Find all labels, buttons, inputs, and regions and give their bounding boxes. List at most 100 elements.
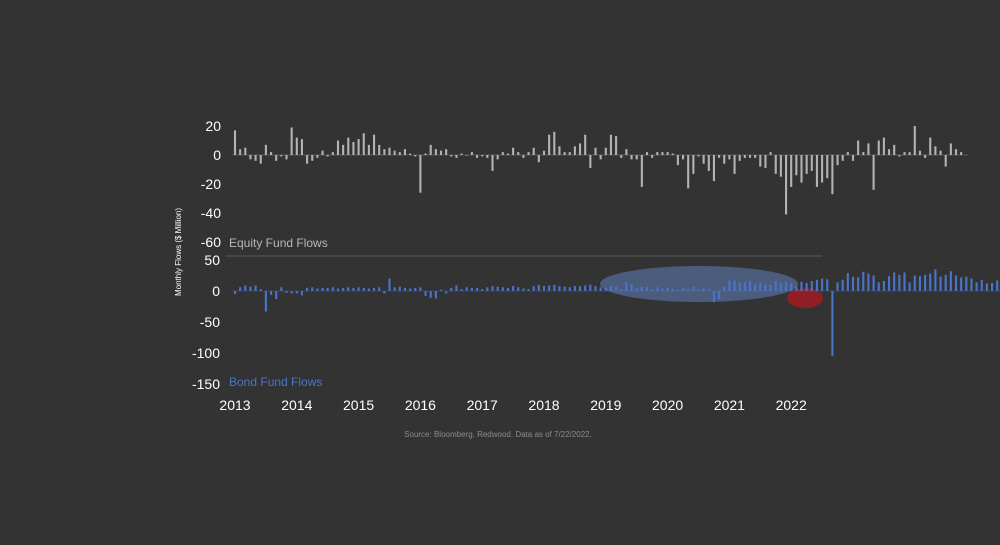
bond-bar xyxy=(424,291,427,296)
equity-bar xyxy=(455,155,458,158)
bond-bar xyxy=(991,282,994,291)
equity-bar xyxy=(553,131,556,155)
bond-bar xyxy=(393,287,396,291)
bond-bar xyxy=(666,287,669,291)
x-tick-label: 2015 xyxy=(343,397,374,413)
equity-bar xyxy=(542,150,546,155)
bond-bar xyxy=(913,275,916,291)
equity-bar xyxy=(676,155,679,166)
equity-bar xyxy=(270,152,273,155)
bond-bar xyxy=(810,281,813,291)
equity-bar xyxy=(671,153,674,155)
equity-bar xyxy=(409,153,412,155)
bond-bar xyxy=(599,287,602,291)
bond-bar xyxy=(537,284,540,291)
bars-layer xyxy=(233,126,999,357)
bond-bar xyxy=(532,286,535,291)
bond-y-tick-label: -150 xyxy=(192,376,220,392)
bond-bar xyxy=(553,284,556,291)
equity-bar xyxy=(882,137,885,155)
equity-bar xyxy=(728,155,731,160)
equity-bar xyxy=(867,143,870,155)
equity-bar xyxy=(506,153,509,155)
equity-bar xyxy=(414,155,417,157)
bond-bar xyxy=(542,286,546,291)
equity-bar xyxy=(275,155,278,161)
bond-bar xyxy=(712,291,715,303)
equity-bar xyxy=(537,155,540,163)
bond-bar xyxy=(728,280,731,291)
equity-bar xyxy=(522,155,525,158)
bond-bar xyxy=(635,287,638,291)
equity-bar xyxy=(913,126,916,155)
x-tick-label: 2021 xyxy=(714,397,745,413)
equity-bar xyxy=(584,134,587,155)
equity-bar xyxy=(810,155,813,171)
highlight-ellipse-0 xyxy=(600,266,798,302)
equity-bar xyxy=(285,155,288,160)
equity-bar xyxy=(434,149,437,155)
equity-bar xyxy=(290,127,293,155)
equity-bar xyxy=(851,155,855,161)
bond-bar xyxy=(682,287,685,291)
bond-bar xyxy=(594,286,597,291)
equity-bar xyxy=(795,155,798,176)
bond-bar xyxy=(862,271,865,291)
equity-bar xyxy=(785,155,788,215)
bond-bar xyxy=(676,289,679,291)
equity-bar xyxy=(259,155,262,164)
equity-bar xyxy=(893,144,896,155)
bond-bar xyxy=(445,291,448,294)
bond-bar xyxy=(434,291,437,299)
x-tick-label: 2020 xyxy=(652,397,683,413)
equity-bar xyxy=(702,155,705,164)
equity-bar xyxy=(620,155,623,158)
equity-bar xyxy=(517,152,520,155)
bond-bar xyxy=(316,288,319,291)
bond-bar xyxy=(877,282,880,291)
bond-bar xyxy=(558,286,561,291)
equity-bar xyxy=(645,152,649,155)
bond-bar xyxy=(661,288,664,291)
bond-bar xyxy=(723,286,726,291)
equity-bar xyxy=(800,155,803,183)
equity-y-tick-label: 0 xyxy=(213,147,221,163)
equity-bar xyxy=(774,155,777,174)
x-tick-label: 2022 xyxy=(776,397,807,413)
bond-bar xyxy=(367,288,370,291)
equity-bar xyxy=(826,155,829,179)
bond-bar xyxy=(455,285,458,291)
bond-bar xyxy=(836,282,839,291)
equity-bar xyxy=(306,155,309,164)
equity-bar xyxy=(815,155,818,187)
equity-bar xyxy=(877,140,880,155)
equity-y-tick-label: -60 xyxy=(201,234,221,250)
bond-bar xyxy=(640,286,643,291)
equity-bar xyxy=(527,152,530,155)
equity-bar xyxy=(233,130,237,155)
equity-bar xyxy=(908,152,911,155)
bond-bar xyxy=(867,273,870,291)
equity-y-tick-label: 20 xyxy=(205,118,221,134)
equity-bar xyxy=(568,152,571,155)
bond-panel-label: Bond Fund Flows xyxy=(229,375,322,389)
bond-bar xyxy=(939,276,942,291)
equity-bar xyxy=(249,155,252,160)
bond-bar xyxy=(805,282,808,291)
bond-bar xyxy=(506,287,509,291)
equity-bar xyxy=(419,155,422,193)
bond-bar xyxy=(625,282,628,291)
equity-bar xyxy=(373,134,376,155)
bond-bar xyxy=(630,284,633,291)
x-tick-label: 2019 xyxy=(590,397,621,413)
equity-bar xyxy=(429,144,432,155)
equity-bar xyxy=(857,140,860,155)
x-tick-label: 2014 xyxy=(281,397,312,413)
bond-bar xyxy=(851,276,855,291)
bond-bar xyxy=(718,291,721,300)
equity-bar xyxy=(954,149,958,155)
equity-bar xyxy=(666,152,669,155)
bond-bar xyxy=(419,287,422,291)
bond-bar xyxy=(857,277,860,291)
bond-bar xyxy=(759,282,762,291)
